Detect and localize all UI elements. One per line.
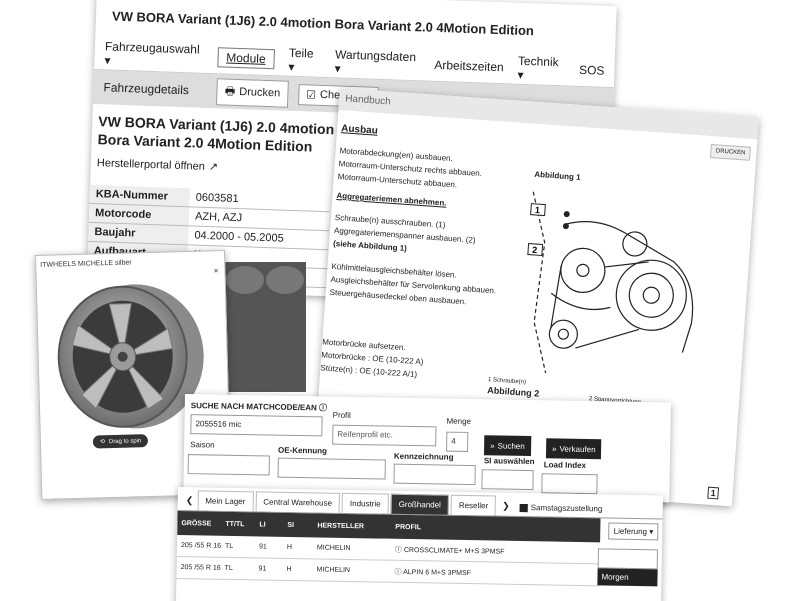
header-li: LI — [259, 520, 266, 529]
matchcode-label: SUCHE NACH MATCHCODE/EAN ⓘ — [190, 401, 328, 413]
toolbar-title: Fahrzeugdetails — [103, 80, 190, 98]
nav-technik[interactable]: Technik ▾ — [517, 53, 565, 83]
close-icon[interactable]: × — [214, 266, 219, 275]
saison-input[interactable] — [187, 454, 270, 476]
search-button[interactable]: » Suchen — [483, 435, 531, 457]
tyre-results-panel: ❮ Mein Lager Central Warehouse Industrie… — [175, 487, 663, 601]
rotate-icon: ⟲ — [99, 439, 106, 446]
si-label: SI auswählen — [483, 456, 535, 467]
load-index-input[interactable] — [541, 473, 598, 495]
printer-icon: 🖶 — [224, 85, 236, 98]
engine-belt-diagram: 1 2 — [527, 191, 694, 374]
nav-fahrzeugauswahl[interactable]: Fahrzeugauswahl ▾ — [104, 39, 204, 70]
header-profil: PROFIL — [395, 523, 422, 531]
handbook-lower-steps: Motorbrücke aufsetzen. Motorbrücke : OE … — [320, 337, 425, 383]
header-si: SI — [287, 521, 295, 529]
nav-teile[interactable]: Teile ▾ — [288, 45, 321, 74]
chevron-left-icon[interactable]: ❮ — [182, 491, 198, 510]
matchcode-input[interactable]: 2055516 mic — [190, 414, 323, 437]
kennzeichnung-input[interactable] — [393, 463, 476, 486]
callout-1-label: 1 — [535, 205, 541, 215]
nav-wartungsdaten[interactable]: Wartungsdaten ▾ — [334, 47, 421, 78]
nav-module[interactable]: Module — [216, 46, 275, 69]
chevron-down-icon: ▾ — [517, 67, 524, 82]
drag-to-spin-button[interactable]: ⟲ Drag to spin — [92, 434, 149, 449]
info-icon: ⓘ — [394, 568, 404, 576]
kennzeichnung-label: Kennzeichnung — [393, 451, 454, 462]
wheel-thumbnail — [266, 266, 304, 294]
info-icon: ⓘ — [394, 546, 404, 554]
tab-reseller[interactable]: Reseller — [450, 494, 497, 516]
checklist-icon: ☑ — [305, 88, 317, 102]
chevron-down-icon: ▾ — [288, 59, 295, 74]
header-hersteller: HERSTELLER — [317, 521, 365, 530]
double-chevron-icon: » — [552, 443, 557, 453]
si-select[interactable] — [481, 469, 534, 491]
checkbox-icon — [519, 503, 528, 512]
info-icon: ⓘ — [319, 403, 328, 413]
delivery-select[interactable]: Lieferung ▾ — [608, 522, 659, 541]
delivery-option-morgen[interactable]: Morgen — [597, 568, 658, 587]
nav-arbeitszeiten[interactable]: Arbeitszeiten — [434, 57, 504, 73]
wheel-title: ITWHEELS MICHELLE silber — [40, 259, 132, 269]
collage-stage: VW BORA Variant (1J6) 2.0 4motion Bora V… — [0, 0, 800, 601]
chevron-down-icon: ▾ — [334, 60, 341, 76]
chevron-down-icon: ▾ — [649, 527, 654, 537]
profil-label: Profil — [332, 410, 351, 420]
tab-industrie[interactable]: Industrie — [341, 492, 389, 514]
saison-label: Saison — [190, 440, 215, 450]
double-chevron-icon: » — [490, 440, 495, 450]
chevron-right-icon[interactable]: ❯ — [498, 497, 514, 516]
external-link-icon: ↗ — [208, 161, 219, 174]
header-tttl: TT/TL — [225, 520, 245, 528]
nav-sos[interactable]: SOS — [579, 62, 605, 77]
oe-input[interactable] — [277, 457, 386, 480]
saturday-delivery-toggle[interactable]: Samstagszustellung — [519, 503, 602, 517]
tyre-search-form: SUCHE NACH MATCHCODE/EAN ⓘ 2055516 mic P… — [183, 394, 671, 503]
handbook-content: Ausbau Motorabdeckung(en) ausbauen. Moto… — [320, 110, 757, 406]
page-marker: 1 — [707, 486, 720, 500]
profil-input[interactable]: Reifenprofil etc. — [332, 424, 437, 447]
delivery-options: Morgen — [597, 548, 658, 587]
oe-label: OE-Kennung — [277, 445, 327, 456]
callout-2-label: 2 — [532, 245, 538, 255]
tab-central-warehouse[interactable]: Central Warehouse — [255, 491, 341, 513]
wheel-thumbnail-background — [222, 262, 306, 392]
print-button[interactable]: 🖶 Drucken — [216, 77, 289, 108]
header-groesse: GRÖSSE — [181, 519, 212, 528]
delivery-option-empty[interactable] — [597, 548, 658, 570]
wheel-thumbnail — [226, 266, 264, 294]
tab-mein-lager[interactable]: Mein Lager — [197, 490, 254, 512]
figure-2-title: Abbildung 2 — [486, 385, 540, 399]
quantity-input[interactable]: 4 — [446, 431, 469, 452]
sell-button[interactable]: » Verkaufen — [545, 438, 602, 460]
tab-grosshandel[interactable]: Großhandel — [390, 493, 450, 515]
load-index-label: Load Index — [543, 460, 587, 471]
chevron-down-icon: ▾ — [104, 52, 111, 68]
menge-label: Menge — [446, 416, 472, 426]
